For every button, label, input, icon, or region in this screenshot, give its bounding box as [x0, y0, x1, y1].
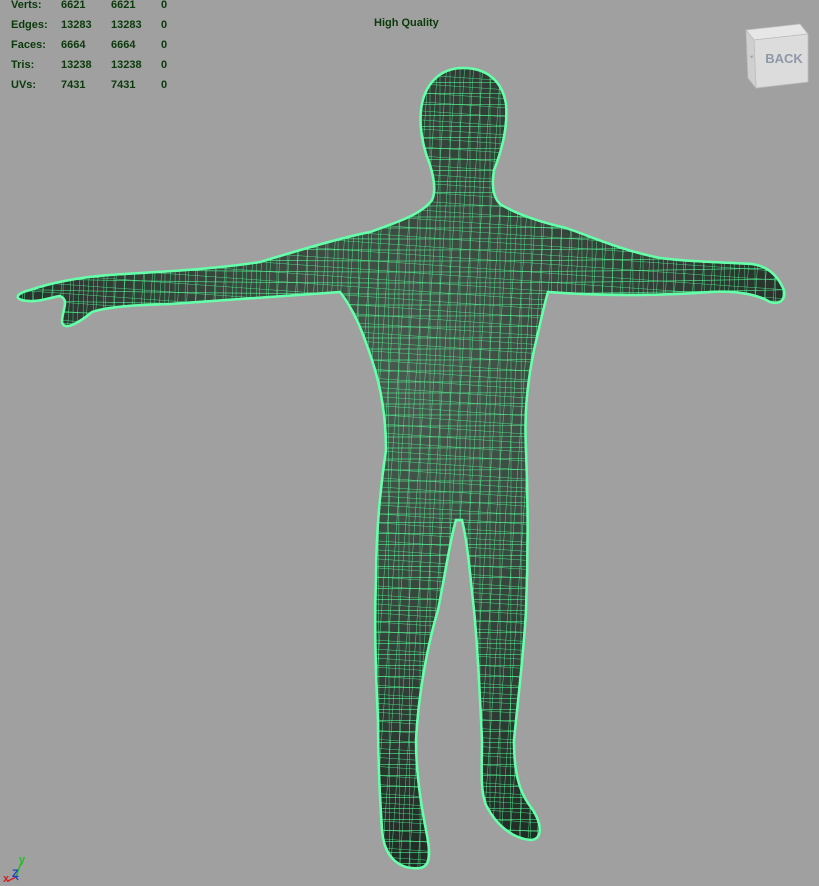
hud-stat-total: 13238 — [61, 59, 92, 71]
hud-stat-label: Faces: — [11, 39, 46, 51]
hud-row-faces: Faces: 6664 6664 0 — [11, 35, 181, 55]
axis-x-label: x — [3, 873, 10, 885]
hud-stat-extra: 0 — [161, 79, 168, 91]
hud-stat-extra: 0 — [161, 0, 168, 11]
hud-stat-extra: 0 — [161, 39, 168, 51]
hud-stat-selected: 13283 — [111, 19, 142, 31]
hud-stat-total: 6621 — [61, 0, 86, 11]
axis-y-label: y — [19, 854, 26, 866]
character-mesh[interactable] — [0, 0, 819, 886]
axis-gizmo: y x Z — [2, 855, 32, 885]
hud-stat-selected: 7431 — [111, 79, 136, 91]
body-silhouette — [16, 66, 786, 870]
hud-stat-total: 13283 — [61, 19, 92, 31]
hud-stat-label: Verts: — [11, 0, 42, 11]
hud-row-uvs: UVs: 7431 7431 0 — [11, 75, 181, 95]
hud-stat-extra: 0 — [161, 59, 168, 71]
hud-stat-selected: 6621 — [111, 0, 136, 11]
hud-stat-selected: 13238 — [111, 59, 142, 71]
hud-stat-label: UVs: — [11, 79, 37, 91]
hud-stat-total: 6664 — [61, 39, 86, 51]
hud-row-verts: Verts: 6621 6621 0 — [11, 0, 181, 15]
view-cube-face-label[interactable]: BACK — [765, 51, 803, 66]
hud-stat-total: 7431 — [61, 79, 86, 91]
hud-stat-selected: 6664 — [111, 39, 136, 51]
hud-stat-extra: 0 — [161, 19, 168, 31]
hud-row-tris: Tris: 13238 13238 0 — [11, 55, 181, 75]
axis-z-label: Z — [12, 868, 19, 880]
hud-stat-label: Edges: — [11, 19, 48, 31]
hud-row-edges: Edges: 13283 13283 0 — [11, 15, 181, 35]
poly-count-hud: Verts: 6621 6621 0 Edges: 13283 13283 0 Faces: 66… — [11, 0, 181, 95]
view-cube[interactable]: BACK ▸ — [738, 22, 814, 92]
display-quality-label: High Quality — [374, 17, 439, 29]
3d-viewport[interactable]: Verts: 6621 6621 0 Edges: 13283 13283 0 Faces: 66… — [0, 0, 819, 886]
hud-stat-label: Tris: — [11, 59, 35, 71]
